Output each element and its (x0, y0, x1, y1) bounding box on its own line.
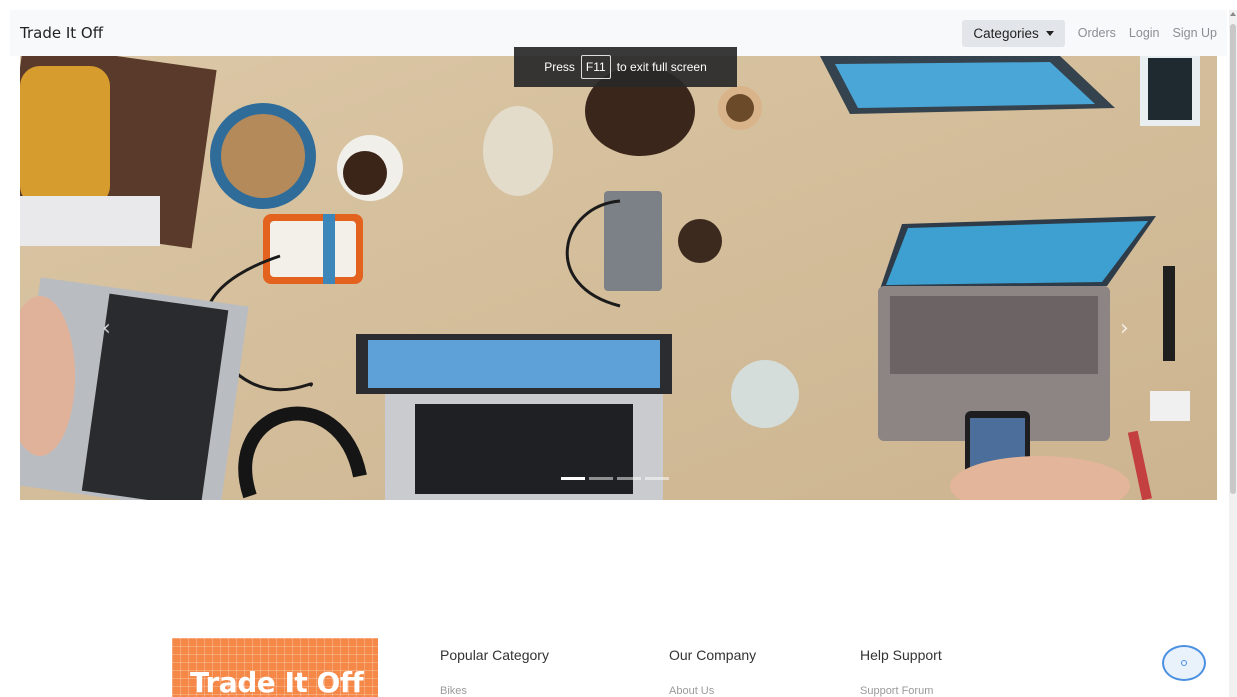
footer-logo-text: Trade It Off (190, 666, 364, 697)
footer-link-about-us[interactable]: About Us (669, 685, 756, 697)
carousel-prev-icon[interactable]: ‹ (102, 316, 111, 341)
carousel-next-icon[interactable]: › (1120, 316, 1129, 341)
page: Trade It Off Categories Orders Login Sig… (0, 0, 1237, 697)
nav-login-link[interactable]: Login (1129, 26, 1160, 40)
toast-key: F11 (580, 55, 611, 79)
nav-links: Categories Orders Login Sign Up (962, 19, 1217, 47)
nav-signup-link[interactable]: Sign Up (1173, 26, 1217, 40)
footer-logo: Trade It Off (172, 638, 378, 697)
carousel-indicators (561, 477, 669, 480)
page-scrollbar[interactable] (1229, 10, 1237, 697)
nav-orders-link[interactable]: Orders (1078, 26, 1116, 40)
footer-link-bikes[interactable]: Bikes (440, 685, 549, 697)
chat-widget-button[interactable] (1162, 645, 1206, 681)
footer-column-popular-category: Popular Category Bikes (440, 647, 549, 697)
categories-dropdown[interactable]: Categories (962, 19, 1065, 47)
carousel-indicator[interactable] (561, 477, 585, 480)
footer-link-support-forum[interactable]: Support Forum (860, 685, 942, 697)
fullscreen-exit-notice: Press F11 to exit full screen (514, 47, 737, 87)
footer-column-help-support: Help Support Support Forum (860, 647, 942, 697)
categories-label: Categories (973, 25, 1039, 41)
carousel-indicator[interactable] (589, 477, 613, 480)
footer-heading: Help Support (860, 647, 942, 663)
carousel-slide-image (20, 56, 1217, 500)
footer-heading: Our Company (669, 647, 757, 663)
toast-suffix: to exit full screen (616, 60, 707, 74)
chat-dot-icon (1181, 660, 1187, 666)
hero-carousel[interactable]: ‹ › (20, 56, 1217, 500)
footer-heading: Popular Category (440, 647, 549, 663)
scroll-up-arrow-icon[interactable] (1230, 12, 1236, 16)
footer-column-our-company: Our Company About Us (669, 647, 756, 697)
caret-down-icon (1045, 30, 1054, 36)
scrollbar-thumb[interactable] (1230, 24, 1236, 494)
carousel-indicator[interactable] (617, 477, 641, 480)
toast-prefix: Press (544, 60, 575, 74)
carousel-indicator[interactable] (645, 477, 669, 480)
brand-link[interactable]: Trade It Off (20, 24, 103, 42)
